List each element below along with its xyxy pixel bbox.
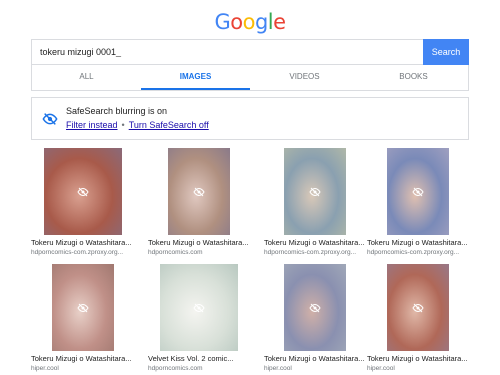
search-tabs: ALL IMAGES VIDEOS BOOKS: [31, 65, 469, 91]
eye-hidden-icon: [412, 187, 424, 196]
result-title[interactable]: Tokeru Mizugi o Watashitara...: [148, 238, 249, 247]
logo-letter: o: [230, 10, 243, 34]
logo-letter: g: [254, 10, 268, 34]
eye-hidden-icon: [42, 113, 58, 125]
tab-images[interactable]: IMAGES: [141, 65, 250, 90]
search-bar: Search: [31, 39, 469, 65]
link-separator: •: [121, 120, 125, 130]
safesearch-links: Filter instead • Turn SafeSearch off: [66, 120, 209, 130]
result-source: hdporncomics.com: [148, 249, 203, 256]
safesearch-title: SafeSearch blurring is on: [66, 106, 168, 116]
result-source: hdporncomics-com.zproxy.org...: [367, 249, 459, 256]
result-source: hdporncomics-com.zproxy.org...: [264, 249, 356, 256]
eye-hidden-icon: [193, 303, 205, 312]
search-input[interactable]: [31, 39, 423, 65]
eye-hidden-icon: [412, 303, 424, 312]
result-thumbnail[interactable]: [168, 148, 230, 235]
eye-hidden-icon: [309, 303, 321, 312]
result-thumbnail[interactable]: [160, 264, 238, 351]
result-title[interactable]: Velvet Kiss Vol. 2 comic...: [148, 354, 233, 363]
result-title[interactable]: Tokeru Mizugi o Watashitara...: [367, 238, 468, 247]
result-thumbnail[interactable]: [44, 148, 122, 235]
logo-letter: G: [214, 10, 231, 34]
logo-letter: e: [273, 10, 286, 34]
result-thumbnail[interactable]: [284, 264, 346, 351]
result-source: hdporncomics.com: [148, 365, 203, 372]
result-thumbnail[interactable]: [284, 148, 346, 235]
eye-hidden-icon: [77, 187, 89, 196]
logo-letter: o: [242, 10, 256, 34]
result-thumbnail[interactable]: [52, 264, 114, 351]
result-title[interactable]: Tokeru Mizugi o Watashitara...: [31, 238, 132, 247]
result-source: hdporncomics-com.zproxy.org...: [31, 249, 123, 256]
tab-books[interactable]: BOOKS: [359, 65, 468, 90]
google-logo[interactable]: Google: [0, 10, 500, 34]
tab-videos[interactable]: VIDEOS: [250, 65, 359, 90]
result-title[interactable]: Tokeru Mizugi o Watashitara...: [264, 238, 365, 247]
eye-hidden-icon: [309, 187, 321, 196]
turn-safesearch-off-link[interactable]: Turn SafeSearch off: [129, 120, 209, 130]
filter-instead-link[interactable]: Filter instead: [66, 120, 118, 130]
result-source: hiper.cool: [264, 365, 292, 372]
result-source: hiper.cool: [31, 365, 59, 372]
result-thumbnail[interactable]: [387, 148, 449, 235]
tab-all[interactable]: ALL: [32, 65, 141, 90]
eye-hidden-icon: [77, 303, 89, 312]
safesearch-notice: SafeSearch blurring is on Filter instead…: [31, 97, 469, 140]
result-title[interactable]: Tokeru Mizugi o Watashitara...: [367, 354, 468, 363]
eye-hidden-icon: [193, 187, 205, 196]
search-button[interactable]: Search: [423, 39, 469, 65]
result-title[interactable]: Tokeru Mizugi o Watashitara...: [31, 354, 132, 363]
result-title[interactable]: Tokeru Mizugi o Watashitara...: [264, 354, 365, 363]
result-source: hiper.cool: [367, 365, 395, 372]
result-thumbnail[interactable]: [387, 264, 449, 351]
